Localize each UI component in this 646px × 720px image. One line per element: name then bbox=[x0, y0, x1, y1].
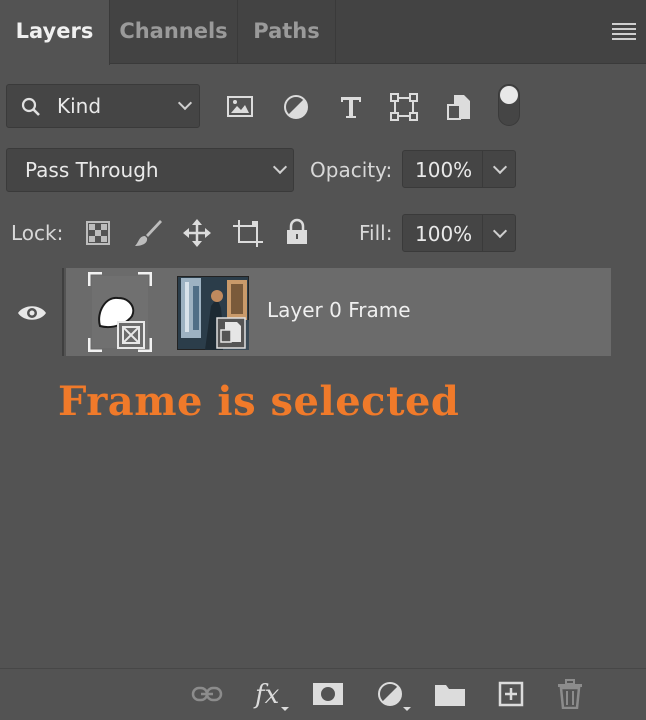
chevron-down-icon[interactable] bbox=[492, 223, 508, 239]
fill-label: Fill: bbox=[359, 221, 393, 245]
tab-channels[interactable]: Channels bbox=[110, 0, 238, 64]
delete-icon[interactable] bbox=[557, 679, 583, 709]
adjustment-filter-icon[interactable] bbox=[283, 94, 309, 120]
lock-image-icon[interactable] bbox=[133, 218, 163, 248]
opacity-field[interactable]: 100% bbox=[402, 150, 516, 188]
filter-toggle-icon[interactable] bbox=[498, 84, 520, 126]
lock-position-icon[interactable] bbox=[182, 218, 212, 248]
layer-row[interactable]: Layer 0 Frame bbox=[0, 268, 611, 356]
filter-kind-dropdown[interactable]: Kind bbox=[6, 84, 200, 128]
opacity-value[interactable]: 100% bbox=[415, 158, 472, 182]
annotation-text: Frame is selected bbox=[58, 378, 460, 425]
opacity-label: Opacity: bbox=[310, 158, 393, 182]
new-adjustment-icon[interactable] bbox=[377, 681, 411, 713]
frame-thumbnail[interactable] bbox=[88, 272, 152, 352]
panel-menu-icon[interactable] bbox=[612, 23, 636, 41]
svg-text:fx: fx bbox=[253, 680, 280, 710]
lock-artboard-icon[interactable] bbox=[232, 218, 264, 248]
fill-field[interactable]: 100% bbox=[402, 214, 516, 252]
filter-kind-label: Kind bbox=[57, 94, 102, 118]
type-filter-icon[interactable] bbox=[338, 94, 364, 120]
panel-tab-bar: Layers Channels Paths bbox=[0, 0, 646, 65]
visibility-cell[interactable] bbox=[0, 268, 64, 356]
new-group-icon[interactable] bbox=[434, 681, 466, 707]
new-layer-icon[interactable] bbox=[498, 681, 524, 707]
chevron-down-icon[interactable] bbox=[492, 159, 508, 175]
add-mask-icon[interactable] bbox=[312, 682, 344, 706]
lock-transparent-icon[interactable] bbox=[86, 221, 110, 245]
lock-all-icon[interactable] bbox=[284, 218, 310, 246]
fill-value[interactable]: 100% bbox=[415, 222, 472, 246]
search-icon bbox=[21, 97, 40, 116]
lock-label: Lock: bbox=[11, 221, 64, 245]
link-layers-icon[interactable] bbox=[191, 684, 223, 704]
shape-filter-icon[interactable] bbox=[390, 93, 418, 121]
chevron-down-icon bbox=[272, 159, 288, 175]
eye-icon[interactable] bbox=[17, 304, 47, 322]
image-content-thumbnail[interactable] bbox=[177, 276, 249, 350]
blend-mode-value: Pass Through bbox=[25, 158, 159, 182]
fx-icon[interactable]: fx bbox=[253, 677, 289, 713]
panel-bottom-bar: fx bbox=[0, 668, 646, 720]
tab-paths[interactable]: Paths bbox=[238, 0, 336, 64]
blend-mode-dropdown[interactable]: Pass Through bbox=[6, 148, 294, 192]
chevron-down-icon bbox=[177, 95, 193, 111]
tab-layers[interactable]: Layers bbox=[0, 0, 110, 65]
layer-name[interactable]: Layer 0 Frame bbox=[267, 298, 411, 322]
smart-object-filter-icon[interactable] bbox=[446, 93, 472, 121]
image-filter-icon[interactable] bbox=[226, 95, 254, 119]
